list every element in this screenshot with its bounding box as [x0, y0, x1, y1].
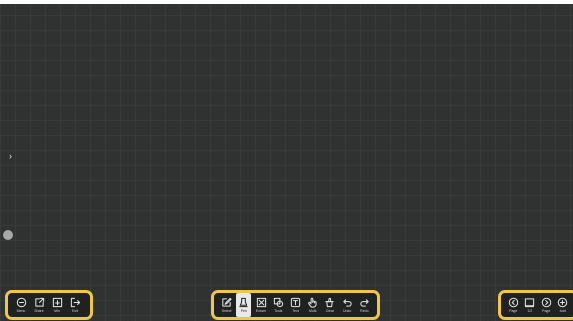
menu-button[interactable]: Menu	[13, 293, 29, 317]
minimize-label: Min	[54, 309, 60, 313]
undo-label: Undo	[342, 309, 352, 313]
multi-label: Multi	[309, 309, 317, 313]
eraser-icon	[256, 297, 266, 308]
exit-icon	[70, 297, 80, 308]
next-page-icon	[541, 297, 551, 308]
exit-label: Exit	[72, 309, 78, 313]
select-label: Select	[221, 309, 232, 313]
redo-icon	[360, 299, 369, 307]
add-page-label: Add	[559, 309, 566, 313]
undo-button[interactable]: Undo	[340, 293, 355, 317]
page-count-label: 1/2	[527, 309, 533, 313]
next-page-button[interactable]: Page	[539, 293, 554, 317]
minus-circle-icon	[16, 297, 26, 308]
page-toolbar: Page 1/2 Page Add	[498, 290, 573, 320]
tools-button[interactable]: Tools	[271, 293, 286, 317]
undo-icon	[342, 299, 352, 307]
page-icon	[525, 298, 535, 308]
select-icon	[222, 297, 232, 307]
share-label: Share	[34, 309, 44, 313]
window-top-edge	[0, 0, 573, 4]
side-panel-toggle-icon[interactable]: ›	[9, 151, 12, 161]
previous-page-button[interactable]: Page	[506, 293, 521, 317]
tools-icon	[273, 297, 283, 308]
share-icon	[34, 297, 44, 307]
pen-tool-button[interactable]: Pen	[236, 293, 252, 317]
drawing-toolbar: Select Pen Eraser Tools Text Multi Clear…	[211, 290, 380, 320]
text-icon	[290, 297, 301, 308]
left-toolbar: Menu Share Min Exit	[5, 290, 93, 320]
clear-icon	[325, 297, 335, 308]
redo-button[interactable]: Redo	[357, 293, 372, 317]
clear-label: Clear	[325, 309, 335, 313]
next-page-label: Page	[542, 309, 551, 313]
redo-label: Redo	[360, 309, 369, 313]
floating-handle[interactable]	[3, 230, 13, 240]
eraser-tool-button[interactable]: Eraser	[253, 293, 268, 317]
tools-label: Tools	[274, 309, 283, 313]
pen-icon	[239, 297, 248, 308]
exit-button[interactable]: Exit	[67, 293, 83, 317]
share-button[interactable]: Share	[31, 293, 47, 317]
prev-page-icon	[508, 297, 518, 308]
clear-button[interactable]: Clear	[322, 293, 337, 317]
page-indicator[interactable]: 1/2	[523, 293, 538, 317]
minimize-icon	[52, 297, 62, 308]
multi-touch-button[interactable]: Multi	[305, 293, 320, 317]
menu-label: Menu	[16, 309, 26, 313]
text-tool-button[interactable]: Text	[288, 293, 303, 317]
multi-touch-icon	[308, 297, 317, 308]
select-tool-button[interactable]: Select	[219, 293, 234, 317]
previous-page-label: Page	[509, 309, 518, 313]
pen-label: Pen	[240, 309, 247, 313]
eraser-label: Eraser	[255, 309, 267, 313]
text-label: Text	[292, 309, 299, 313]
minimize-button[interactable]: Min	[49, 293, 65, 317]
add-page-icon	[558, 297, 568, 308]
add-page-button[interactable]: Add	[556, 293, 571, 317]
